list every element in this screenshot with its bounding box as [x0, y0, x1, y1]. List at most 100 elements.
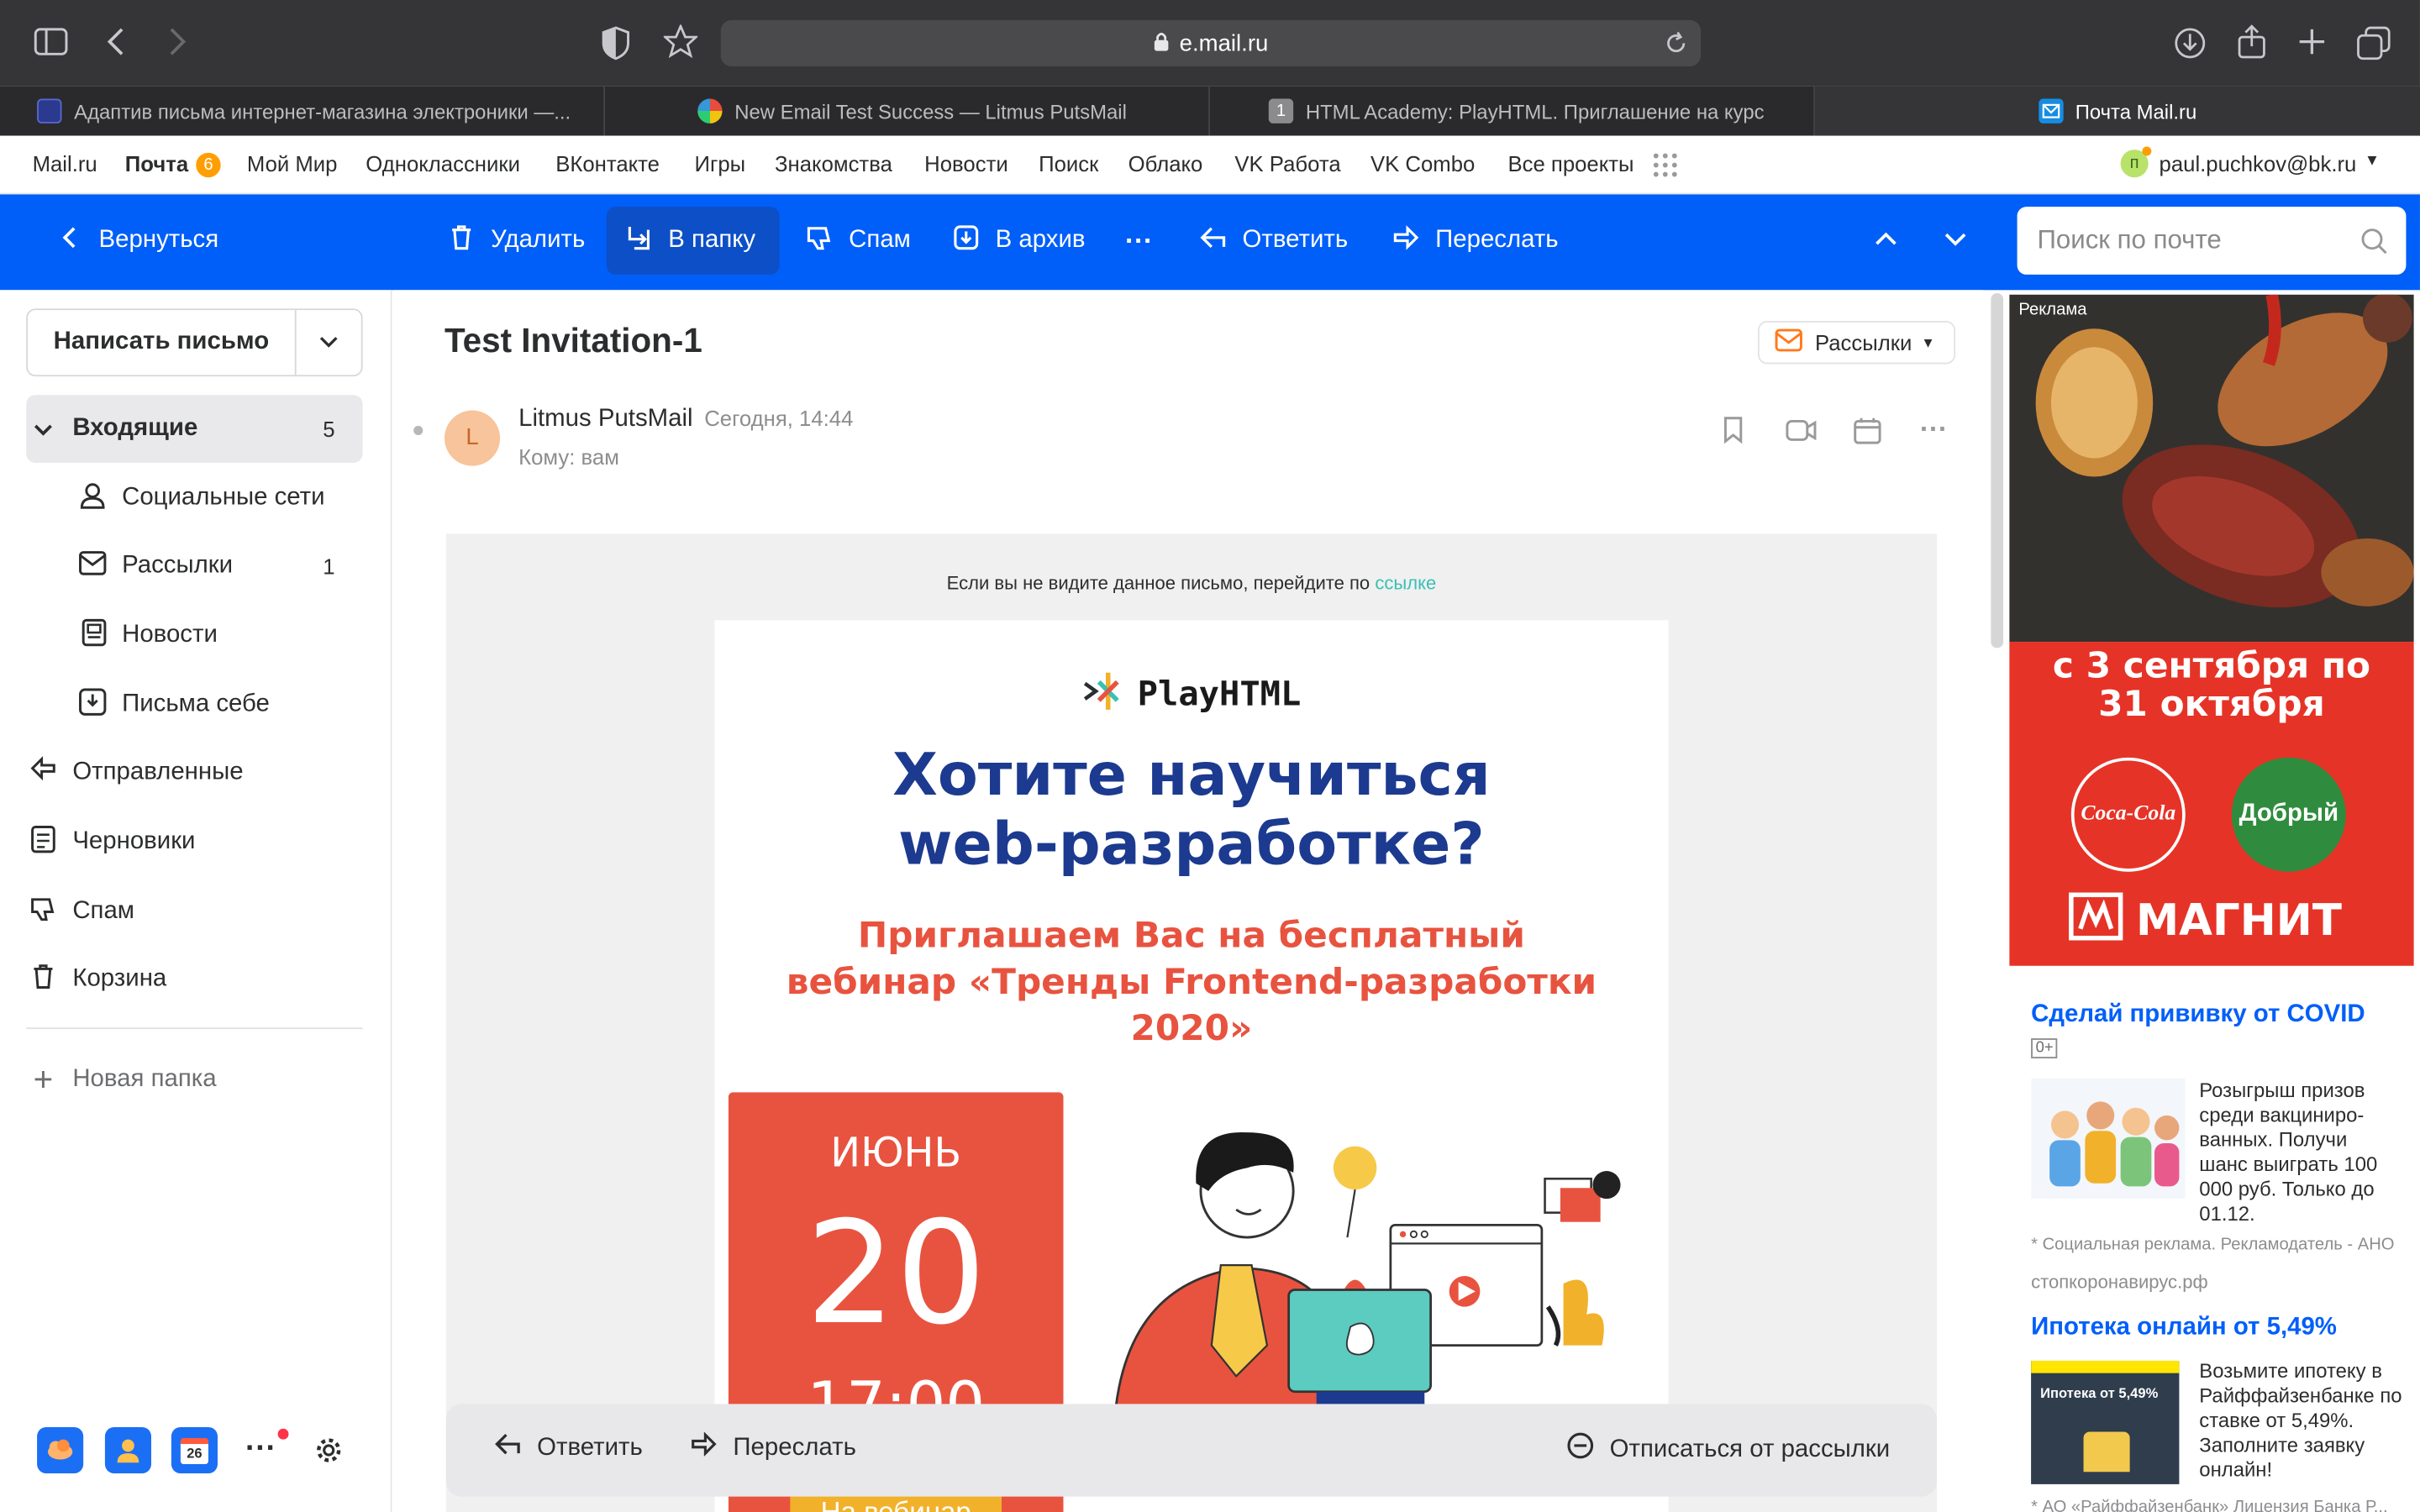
contacts-app-icon[interactable] — [104, 1426, 151, 1474]
food-ad-image[interactable]: Реклама — [2009, 294, 2414, 643]
preheader-link[interactable]: ссылке — [1375, 572, 1436, 594]
forward-icon[interactable] — [166, 24, 188, 65]
more-apps-icon[interactable]: ··· — [245, 1431, 276, 1467]
read-status-dot[interactable] — [413, 425, 424, 435]
move-label: В папку — [668, 226, 756, 254]
folder-newsletters[interactable]: Рассылки 1 — [26, 533, 362, 601]
address-bar[interactable]: e.mail.ru — [720, 19, 1702, 66]
ad2-title[interactable]: Ипотека онлайн от 5,49% — [2031, 1315, 2337, 1342]
spam-button[interactable]: Спам — [790, 207, 926, 275]
folder-to-self[interactable]: Письма себе — [26, 671, 362, 739]
more-actions-icon[interactable]: ··· — [1920, 413, 1948, 446]
chevron-down-icon[interactable]: ▼ — [2365, 153, 2380, 170]
more-button[interactable]: ··· — [1111, 207, 1166, 275]
tab-overview-icon[interactable] — [2357, 26, 2391, 66]
tab-3[interactable]: 1 HTML Academy: PlayHTML. Приглашение на… — [1210, 86, 1815, 136]
ad1-image[interactable] — [2031, 1078, 2186, 1200]
sidebar-toggle-icon[interactable] — [34, 28, 68, 61]
forward-icon — [1392, 223, 1420, 258]
reply-label: Ответить — [1242, 226, 1349, 254]
scrollbar[interactable] — [1991, 292, 2004, 648]
portal-link-news[interactable]: Новости — [924, 151, 1008, 176]
back-icon[interactable] — [105, 24, 127, 65]
magnit-ad-banner[interactable]: с 3 сентября по 31 октября Coca-Cola Доб… — [2009, 642, 2414, 966]
portal-link-cloud[interactable]: Облако — [1128, 151, 1203, 176]
category-dropdown[interactable]: Рассылки ▼ — [1758, 321, 1956, 365]
delete-label: Удалить — [491, 226, 586, 254]
folder-drafts[interactable]: Черновики — [26, 808, 362, 876]
previous-message-button[interactable] — [1861, 207, 1911, 275]
sender-name[interactable]: Litmus PutsMail — [518, 406, 692, 432]
bottom-reply-button[interactable]: Ответить — [494, 1431, 643, 1464]
calendar-icon[interactable] — [1854, 417, 1881, 452]
cloud-app-icon[interactable] — [37, 1426, 84, 1474]
tab-title: HTML Academy: PlayHTML. Приглашение на к… — [1305, 99, 1765, 123]
reply-button[interactable]: Ответить — [1184, 207, 1364, 275]
portal-link-moimir[interactable]: Мой Мир — [247, 151, 338, 176]
back-button[interactable]: Вернуться — [40, 207, 234, 275]
folder-news[interactable]: Новости — [26, 601, 362, 669]
ad1-title[interactable]: Сделай прививку от COVID — [2031, 1001, 2365, 1029]
portal-link-games[interactable]: Игры — [695, 151, 746, 176]
tab-1[interactable]: Адаптив письма интернет-магазина электро… — [0, 86, 605, 136]
video-call-icon[interactable] — [1786, 418, 1817, 451]
share-icon[interactable] — [2236, 24, 2267, 66]
portal-link-all-projects[interactable]: Все проекты — [1507, 151, 1634, 176]
browser-toolbar: e.mail.ru — [0, 0, 2420, 87]
chevron-down-icon — [1943, 227, 1967, 255]
portal-link-pochta[interactable]: Почта — [125, 151, 188, 176]
search-icon[interactable] — [2360, 227, 2387, 262]
unsubscribe-label: Отписаться от рассылки — [1609, 1436, 1891, 1462]
compose-options-button[interactable] — [297, 310, 361, 375]
apps-grid-icon[interactable] — [1653, 153, 1677, 182]
tab-2[interactable]: New Email Test Success — Litmus PutsMail — [605, 86, 1210, 136]
folder-spam[interactable]: Спам — [26, 878, 362, 946]
portal-link-vk-work[interactable]: VK Работа — [1234, 151, 1340, 176]
download-icon[interactable] — [2173, 26, 2207, 66]
portal-link-ok[interactable]: Одноклассники — [366, 151, 520, 176]
star-icon[interactable] — [662, 23, 699, 65]
delete-button[interactable]: Удалить — [432, 207, 600, 275]
folder-sent[interactable]: Отправленные — [26, 739, 362, 807]
archive-button[interactable]: В архив — [937, 207, 1101, 275]
portal-link-mailru[interactable]: Mail.ru — [33, 151, 97, 176]
new-tab-icon[interactable] — [2296, 26, 2328, 63]
email-body: Если вы не видите данное письмо, перейди… — [445, 533, 1938, 1512]
gear-icon[interactable] — [315, 1436, 343, 1472]
banner-dates: с 3 сентября по 31 октября — [2052, 646, 2371, 726]
brand-name: PlayHTML — [1137, 675, 1302, 715]
tab-4-active[interactable]: Почта Mail.ru — [1814, 86, 2420, 136]
ad2-image[interactable]: Ипотека от 5,49% — [2031, 1360, 2180, 1484]
forward-button[interactable]: Переслать — [1376, 207, 1574, 275]
folder-trash[interactable]: Корзина — [26, 946, 362, 1014]
folder-count: 5 — [323, 416, 335, 442]
compose-button[interactable]: Написать письмо — [28, 310, 297, 375]
portal-link-search[interactable]: Поиск — [1039, 151, 1098, 176]
new-folder-button[interactable]: + Новая папка — [26, 1046, 362, 1114]
sent-icon — [26, 755, 60, 790]
folder-inbox[interactable]: Входящие 5 — [26, 395, 363, 464]
user-email[interactable]: paul.puchkov@bk.ru — [2160, 151, 2357, 176]
calendar-app-icon[interactable]: 26 — [171, 1426, 218, 1474]
move-to-folder-button[interactable]: В папку — [606, 207, 780, 275]
bottom-forward-button[interactable]: Переслать — [690, 1431, 856, 1464]
preheader: Если вы не видите данное письмо, перейди… — [446, 572, 1937, 594]
ad1-domain[interactable]: стопкоронавирус.рф — [2031, 1271, 2208, 1293]
notification-dot — [277, 1428, 289, 1440]
search-input[interactable]: Поиск по почте — [2017, 207, 2407, 275]
unsubscribe-button[interactable]: Отписаться от рассылки — [1566, 1431, 1890, 1467]
email-subheadline: Приглашаем Вас на бесплатный вебинар «Тр… — [786, 916, 1597, 1049]
bookmark-icon[interactable] — [1723, 417, 1744, 452]
sender-avatar[interactable]: L — [444, 410, 501, 466]
tab-strip: Адаптив письма интернет-магазина электро… — [0, 86, 2420, 136]
shield-icon[interactable] — [602, 26, 630, 66]
avatar-notification-dot — [2142, 146, 2152, 156]
next-message-button[interactable] — [1931, 207, 1981, 275]
folder-social[interactable]: Социальные сети — [26, 465, 362, 533]
reload-icon[interactable] — [1664, 31, 1688, 62]
portal-link-vk-combo[interactable]: VK Combo — [1370, 151, 1475, 176]
portal-link-vk[interactable]: ВКонтакте — [555, 151, 660, 176]
age-rating-badge: 0+ — [2031, 1038, 2059, 1058]
folder-label: Спам — [72, 897, 135, 925]
portal-link-dating[interactable]: Знакомства — [775, 151, 892, 176]
